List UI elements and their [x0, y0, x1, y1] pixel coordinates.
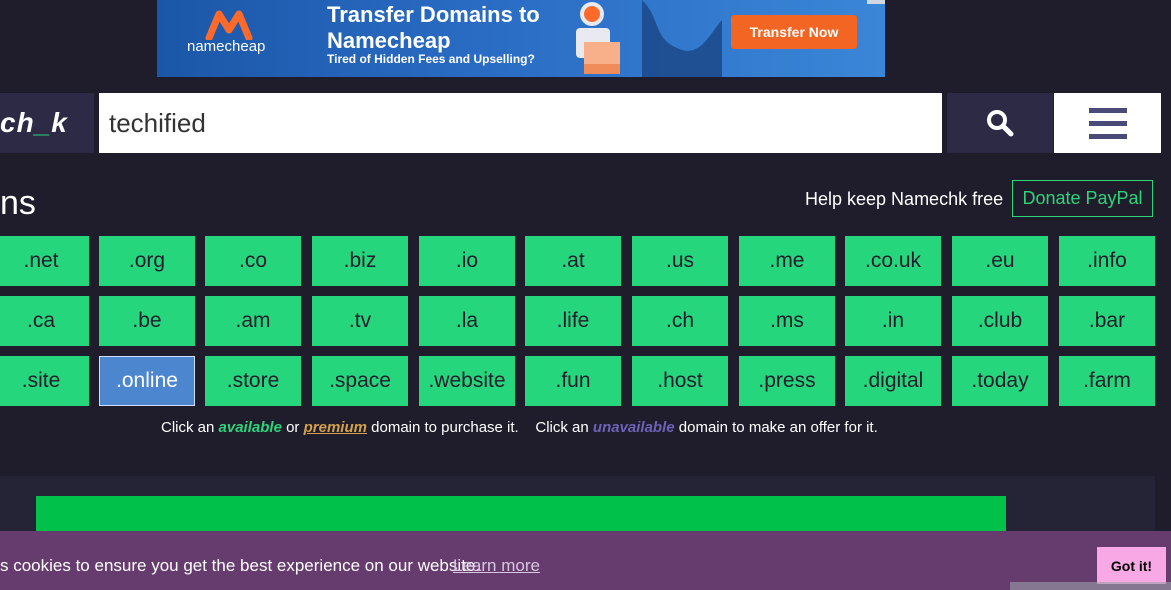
tld-store[interactable]: .store: [205, 356, 301, 406]
tld-space[interactable]: .space: [312, 356, 408, 406]
ad-brand: namecheap: [187, 38, 266, 55]
menu-button[interactable]: [1054, 93, 1161, 153]
hamburger-menu-icon: [1088, 108, 1127, 139]
available-label: available: [218, 419, 282, 436]
tld-io[interactable]: .io: [419, 236, 515, 286]
tld-la[interactable]: .la: [419, 296, 515, 346]
tld-today[interactable]: .today: [952, 356, 1048, 406]
namecheap-logo-icon: [205, 10, 253, 40]
tld-tv[interactable]: .tv: [312, 296, 408, 346]
tld-co-uk[interactable]: .co.uk: [845, 236, 941, 286]
tld-me[interactable]: .me: [739, 236, 835, 286]
cookie-accept-button[interactable]: Got it!: [1097, 547, 1166, 584]
tld-in[interactable]: .in: [845, 296, 941, 346]
tld-us[interactable]: .us: [632, 236, 728, 286]
tld-biz[interactable]: .biz: [312, 236, 408, 286]
cookie-banner: s cookies to ensure you get the best exp…: [0, 531, 1171, 590]
tld-digital[interactable]: .digital: [845, 356, 941, 406]
logo-text: ch_k: [0, 107, 68, 138]
ad-transfer-now-button[interactable]: Transfer Now: [731, 15, 857, 49]
tld-org[interactable]: .org: [99, 236, 195, 286]
tld-life[interactable]: .life: [525, 296, 621, 346]
unavailable-label: unavailable: [592, 419, 675, 436]
tld-host[interactable]: .host: [632, 356, 728, 406]
tld-co[interactable]: .co: [205, 236, 301, 286]
search-icon: [987, 110, 1014, 137]
purchase-hint: Click an available or premium domain to …: [161, 419, 878, 436]
tld-be[interactable]: .be: [99, 296, 195, 346]
tld-at[interactable]: .at: [525, 236, 621, 286]
help-text: Help keep Namechk free: [805, 189, 1004, 209]
tld-club[interactable]: .club: [952, 296, 1048, 346]
tld-ms[interactable]: .ms: [739, 296, 835, 346]
tld-ch[interactable]: .ch: [632, 296, 728, 346]
tld-ca[interactable]: .ca: [0, 296, 89, 346]
tld-net[interactable]: .net: [0, 236, 89, 286]
ad-info-corner[interactable]: [867, 0, 885, 4]
tld-press[interactable]: .press: [739, 356, 835, 406]
tld-fun[interactable]: .fun: [525, 356, 621, 406]
tld-eu[interactable]: .eu: [952, 236, 1048, 286]
search-input[interactable]: [99, 93, 942, 153]
premium-label: premium: [303, 419, 367, 436]
site-logo[interactable]: ch_k: [0, 93, 94, 153]
ad-headline: Transfer Domains to Namecheap: [327, 2, 540, 53]
tld-am[interactable]: .am: [205, 296, 301, 346]
tld-online[interactable]: .online: [99, 356, 195, 406]
tld-info[interactable]: .info: [1059, 236, 1155, 286]
learn-more-link[interactable]: Learn more: [453, 556, 540, 576]
section-title: ns: [0, 184, 36, 222]
tld-site[interactable]: .site: [0, 356, 89, 406]
page: namecheap Transfer Domains to Namecheap …: [0, 0, 1171, 590]
tld-farm[interactable]: .farm: [1059, 356, 1155, 406]
ad-subline: Tired of Hidden Fees and Upselling?: [327, 52, 535, 66]
result-banner: [36, 496, 1006, 536]
ad-banner[interactable]: namecheap Transfer Domains to Namecheap …: [157, 0, 885, 77]
donate-paypal-button[interactable]: Donate PayPal: [1012, 180, 1153, 217]
os-activation-watermark: [1010, 582, 1171, 590]
tld-website[interactable]: .website: [419, 356, 515, 406]
cookie-text: s cookies to ensure you get the best exp…: [0, 556, 481, 575]
tld-bar[interactable]: .bar: [1059, 296, 1155, 346]
ad-robot-illustration-icon: [576, 0, 722, 77]
search-button[interactable]: [947, 93, 1053, 153]
